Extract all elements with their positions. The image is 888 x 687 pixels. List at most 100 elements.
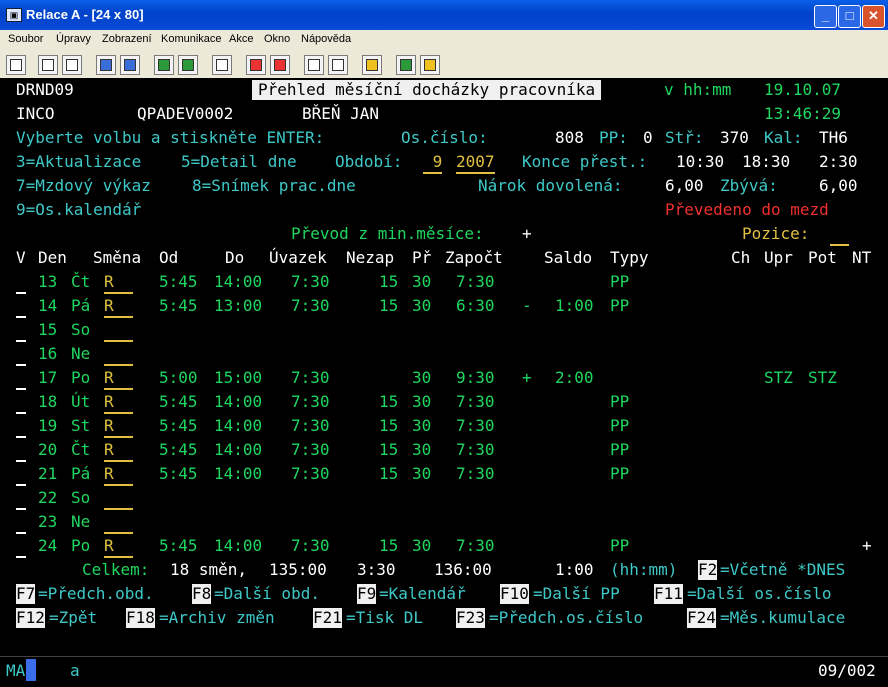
pozice-field[interactable]	[830, 224, 850, 246]
chart-icon[interactable]	[212, 55, 232, 75]
menu-bar: Soubor Úpravy Zobrazení Komunikace Akce …	[0, 30, 888, 50]
shift-field[interactable]: R	[104, 368, 133, 390]
menu-okno[interactable]: Okno	[264, 33, 290, 45]
f11-key[interactable]: F11	[654, 584, 683, 604]
f8-key[interactable]: F8	[192, 584, 212, 604]
status-mode: MA	[6, 661, 26, 680]
day-number: 13	[38, 272, 58, 291]
pr-value: 30	[412, 272, 432, 291]
play-macro-icon[interactable]	[304, 55, 324, 75]
option-field[interactable]	[16, 296, 26, 318]
paste-icon[interactable]	[62, 55, 82, 75]
clipboard-icon[interactable]	[362, 55, 382, 75]
cursor	[26, 659, 36, 681]
typy-value: PP	[610, 272, 630, 291]
col-ch: Ch	[731, 248, 751, 267]
shift-field[interactable]: R	[104, 536, 133, 558]
instruction: Vyberte volbu a stiskněte ENTER:	[16, 128, 325, 147]
day-of-week: Po	[71, 536, 91, 555]
time-to: 14:00	[214, 272, 263, 291]
day-of-week: Ne	[71, 512, 91, 531]
option-field[interactable]	[16, 488, 26, 510]
os-cislo-value: 808	[555, 128, 584, 147]
f9-label: =Kalendář	[379, 584, 466, 603]
col-pot: Pot	[808, 248, 837, 267]
nezap-value: 15	[379, 536, 399, 555]
globe-icon[interactable]	[396, 55, 416, 75]
stop-macro-icon[interactable]	[270, 55, 290, 75]
option-field[interactable]	[16, 368, 26, 390]
shift-field[interactable]	[104, 320, 133, 342]
option-field[interactable]	[16, 440, 26, 462]
option-field[interactable]	[16, 536, 26, 558]
f7-key[interactable]: F7	[16, 584, 36, 604]
shift-field[interactable]: R	[104, 464, 133, 486]
send-icon[interactable]	[96, 55, 116, 75]
nezap-value: 15	[379, 392, 399, 411]
shift-field[interactable]	[104, 344, 133, 366]
maximize-button[interactable]: □	[838, 5, 861, 28]
typy-value: PP	[610, 536, 630, 555]
obdobi-year-field[interactable]: 2007	[456, 152, 495, 174]
shift-field[interactable]: R	[104, 272, 133, 294]
day-number: 16	[38, 344, 58, 363]
option-field[interactable]	[16, 392, 26, 414]
option-field[interactable]	[16, 416, 26, 438]
shift-field[interactable]: R	[104, 296, 133, 318]
minimize-button[interactable]: _	[814, 5, 837, 28]
saldo-value: 1:00	[555, 296, 594, 315]
close-button[interactable]: ✕	[862, 5, 885, 28]
receive-icon[interactable]	[120, 55, 140, 75]
shift-field[interactable]: R	[104, 392, 133, 414]
option-field[interactable]	[16, 320, 26, 342]
menu-upravy[interactable]: Úpravy	[56, 33, 91, 45]
display-icon[interactable]	[154, 55, 174, 75]
print-screen-icon[interactable]	[6, 55, 26, 75]
day-of-week: Po	[71, 368, 91, 387]
shift-field[interactable]	[104, 512, 133, 534]
menu-akce[interactable]: Akce	[229, 33, 253, 45]
menu-soubor[interactable]: Soubor	[8, 33, 43, 45]
col-smena: Směna	[93, 248, 142, 267]
narok-label: Nárok dovolená:	[478, 176, 623, 195]
f18-key[interactable]: F18	[126, 608, 155, 628]
shift-field[interactable]: R	[104, 416, 133, 438]
pencil-icon[interactable]	[420, 55, 440, 75]
record-macro-icon[interactable]	[246, 55, 266, 75]
menu-zobrazeni[interactable]: Zobrazení	[102, 33, 152, 45]
option-field[interactable]	[16, 344, 26, 366]
option-field[interactable]	[16, 272, 26, 294]
f21-key[interactable]: F21	[313, 608, 342, 628]
terminal-app-icon[interactable]: ▣	[6, 8, 22, 22]
f2-key[interactable]: F2	[698, 560, 718, 580]
keyboard-icon[interactable]	[178, 55, 198, 75]
terminal-screen[interactable]: DRND09 Přehled měsíční docházky pracovní…	[0, 78, 888, 656]
more-indicator: +	[862, 536, 872, 555]
menu-napoveda[interactable]: Nápověda	[301, 33, 351, 45]
uvazek-value: 7:30	[291, 464, 330, 483]
f12-key[interactable]: F12	[16, 608, 45, 628]
f9-key[interactable]: F9	[357, 584, 377, 604]
window-titlebar: ▣ Relace A - [24 x 80] _ □ ✕	[0, 0, 888, 30]
day-number: 14	[38, 296, 58, 315]
f23-key[interactable]: F23	[456, 608, 485, 628]
shift-field[interactable]	[104, 488, 133, 510]
day-of-week: So	[71, 488, 91, 507]
macro-list-icon[interactable]	[328, 55, 348, 75]
col-den: Den	[38, 248, 67, 267]
typy-value: PP	[610, 416, 630, 435]
obdobi-month-field[interactable]: 9	[423, 152, 443, 174]
f24-key[interactable]: F24	[687, 608, 716, 628]
col-uvazek: Úvazek	[269, 248, 327, 267]
option-field[interactable]	[16, 464, 26, 486]
shift-field[interactable]: R	[104, 440, 133, 462]
status-bar: MA a 09/002	[0, 656, 888, 687]
option-field[interactable]	[16, 512, 26, 534]
konce-label: Konce přest.:	[522, 152, 648, 171]
option-3: 3=Aktualizace	[16, 152, 142, 171]
menu-komunikace[interactable]: Komunikace	[161, 33, 222, 45]
zbyva-value: 6,00	[819, 176, 858, 195]
pozice-label: Pozice:	[742, 224, 810, 243]
copy-icon[interactable]	[38, 55, 58, 75]
f10-key[interactable]: F10	[500, 584, 529, 604]
